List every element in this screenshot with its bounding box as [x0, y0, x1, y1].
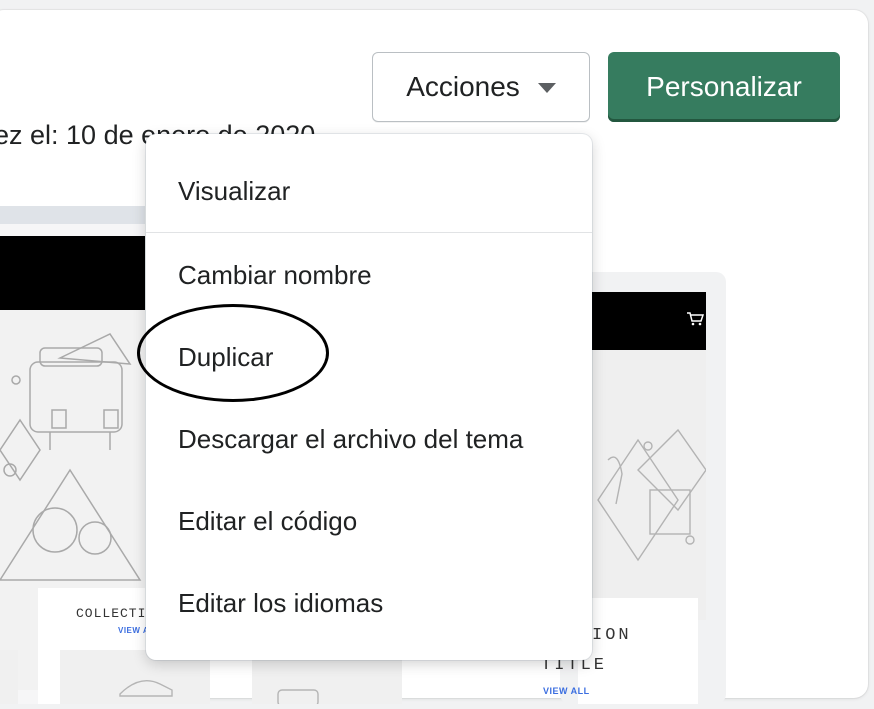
hero-illustration-icon [0, 333, 142, 581]
customize-button[interactable]: Personalizar [608, 52, 840, 122]
preview-header-bar [0, 236, 145, 310]
product-thumbnail [0, 650, 18, 704]
menu-item-visualizar[interactable]: Visualizar [178, 176, 290, 207]
menu-item-cambiar-nombre[interactable]: Cambiar nombre [178, 260, 372, 291]
menu-item-editar-idiomas[interactable]: Editar los idiomas [178, 588, 383, 619]
actions-button[interactable]: Acciones [372, 52, 590, 122]
preview-top-bar [0, 206, 145, 224]
menu-item-duplicar[interactable]: Duplicar [178, 342, 273, 373]
actions-dropdown-menu: Visualizar Cambiar nombre Duplicar Desca… [146, 134, 592, 660]
menu-item-descargar-tema[interactable]: Descargar el archivo del tema [178, 424, 523, 455]
collection-label: COLLECTIO [76, 606, 156, 621]
menu-divider [146, 232, 592, 233]
chevron-down-icon [537, 83, 556, 93]
collection-card-right [578, 598, 698, 704]
hero-illustration-icon [597, 428, 707, 562]
actions-label: Acciones [406, 71, 520, 102]
preview-header-bar: N [574, 292, 706, 350]
preview-hero-image [578, 350, 707, 620]
view-all-link[interactable]: VIEW ALL [543, 686, 590, 696]
cart-icon [686, 312, 705, 329]
collection-title-line1: ION [592, 626, 632, 645]
customize-label: Personalizar [646, 71, 802, 102]
menu-item-editar-codigo[interactable]: Editar el código [178, 506, 357, 537]
